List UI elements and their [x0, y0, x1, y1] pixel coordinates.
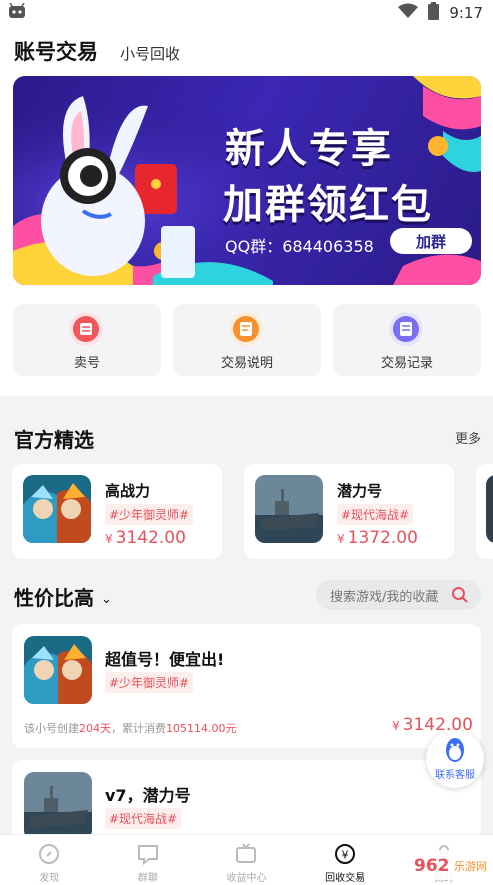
- more-link[interactable]: 更多: [455, 428, 481, 447]
- status-time: 9:17: [449, 4, 483, 22]
- game-tag: #现代海战#: [105, 808, 182, 829]
- chevron-down-icon: ⌄: [100, 592, 112, 607]
- game-thumbnail-warship: [24, 772, 92, 840]
- official-picks-title: 官方精选: [14, 428, 94, 452]
- currency-symbol: ¥: [105, 532, 113, 546]
- listing-card[interactable]: 超值号！便宜出! #少年御灵师# 该小号创建204天，累计消费105114.00…: [12, 624, 481, 748]
- header-panel: 账号交易 小号回收 新人专享 加群领红包 QQ群：684406358 加群 卖号…: [0, 26, 493, 396]
- recycle-yen-icon: ¥: [334, 843, 356, 865]
- quick-action-label: 交易记录: [380, 356, 433, 371]
- banner-title-line1: 新人专享: [225, 126, 393, 172]
- price-value: 1372.00: [347, 528, 418, 548]
- promo-banner[interactable]: 新人专享 加群领红包 QQ群：684406358 加群: [13, 76, 481, 285]
- app-screen: 9:17 账号交易 小号回收 新人专享 加群领红包 QQ群：684406358 …: [0, 0, 493, 885]
- battery-icon: [428, 2, 440, 24]
- svg-text:¥: ¥: [342, 849, 349, 862]
- status-bar: 9:17: [0, 0, 493, 26]
- record-icon: [389, 312, 423, 346]
- tab-account-recycle[interactable]: 小号回收: [120, 43, 180, 64]
- meta-prefix: 该小号创建: [24, 722, 79, 735]
- site-watermark: 962 乐游网: [408, 850, 490, 880]
- game-thumbnail-partial: [486, 475, 493, 543]
- listing-meta: 该小号创建204天，累计消费105114.00元: [24, 720, 237, 736]
- search-placeholder: 搜索游戏/我的收藏: [330, 589, 439, 605]
- customer-service-button[interactable]: 联系客服: [426, 730, 484, 788]
- value-section-title-text: 性价比高: [14, 586, 94, 610]
- currency-symbol: ¥: [392, 719, 400, 733]
- compass-icon: [38, 843, 60, 865]
- top-tabs: 账号交易 小号回收: [14, 36, 180, 66]
- search-input[interactable]: 搜索游戏/我的收藏: [316, 580, 481, 610]
- sell-icon: [69, 312, 103, 346]
- nav-recycle-trade[interactable]: ¥ 回收交易: [296, 835, 395, 885]
- pick-name: 潜力号: [337, 482, 383, 500]
- listing-title: 超值号！便宜出!: [105, 650, 225, 669]
- quick-action-sell[interactable]: 卖号: [13, 304, 161, 376]
- listing-title: v7，潜力号: [105, 786, 191, 805]
- banner-title-line2: 加群领红包: [223, 182, 433, 228]
- game-thumbnail-warship: [255, 475, 323, 543]
- game-tag: #少年御灵师#: [105, 504, 194, 525]
- nav-label: 收益中心: [226, 873, 267, 884]
- android-robot-icon: [8, 2, 26, 23]
- meta-days: 204天: [79, 722, 111, 735]
- official-picks-section: 官方精选 更多 高战力 #少年御灵师# ¥3142.00 潜力号 #现代海战# …: [0, 406, 493, 570]
- tv-icon: [235, 843, 257, 865]
- tab-account-trade[interactable]: 账号交易: [14, 36, 98, 66]
- value-section-title[interactable]: 性价比高 ⌄: [14, 582, 112, 611]
- watermark-text: 乐游网: [454, 860, 487, 873]
- pick-card-partial[interactable]: [476, 464, 493, 559]
- nav-label: 群聊: [137, 873, 158, 884]
- game-tag: #少年御灵师#: [105, 672, 194, 693]
- pick-price: ¥1372.00: [337, 528, 418, 548]
- quick-action-label: 卖号: [73, 356, 100, 371]
- nav-label: 回收交易: [325, 873, 366, 884]
- meta-spent: 105114.00元: [166, 722, 237, 735]
- nav-discover[interactable]: 发现: [0, 835, 99, 885]
- pick-price: ¥3142.00: [105, 528, 186, 548]
- nav-label: 发现: [39, 873, 60, 884]
- banner-join-button[interactable]: 加群: [390, 228, 472, 254]
- game-tag: #现代海战#: [337, 504, 414, 525]
- price-value: 3142.00: [115, 528, 186, 548]
- search-icon[interactable]: [451, 586, 469, 608]
- currency-symbol: ¥: [337, 532, 345, 546]
- watermark-number: 962: [414, 856, 450, 876]
- banner-qq-number: QQ群：684406358: [225, 237, 374, 256]
- pick-card[interactable]: 潜力号 #现代海战# ¥1372.00: [244, 464, 454, 559]
- pick-card[interactable]: 高战力 #少年御灵师# ¥3142.00: [12, 464, 222, 559]
- meta-mid: ，累计消费: [111, 722, 166, 735]
- quick-action-records[interactable]: 交易记录: [333, 304, 481, 376]
- value-section: 性价比高 ⌄ 搜索游戏/我的收藏 超值号！便宜出! #少年御灵师# 该小号创建2…: [0, 570, 493, 840]
- chat-icon: [137, 843, 159, 866]
- nav-earnings[interactable]: 收益中心: [197, 835, 296, 885]
- game-thumbnail-yulingshi: [23, 475, 91, 543]
- quick-action-guide[interactable]: 交易说明: [173, 304, 321, 376]
- pick-name: 高战力: [105, 482, 151, 500]
- listing-card[interactable]: v7，潜力号 #现代海战#: [12, 760, 481, 840]
- wifi-icon: [398, 3, 419, 23]
- customer-service-label: 联系客服: [435, 770, 475, 781]
- nav-group-chat[interactable]: 群聊: [99, 835, 198, 885]
- quick-action-label: 交易说明: [220, 356, 273, 371]
- game-thumbnail-yulingshi: [24, 636, 92, 704]
- guide-icon: [229, 312, 263, 346]
- qq-penguin-icon: [444, 736, 466, 767]
